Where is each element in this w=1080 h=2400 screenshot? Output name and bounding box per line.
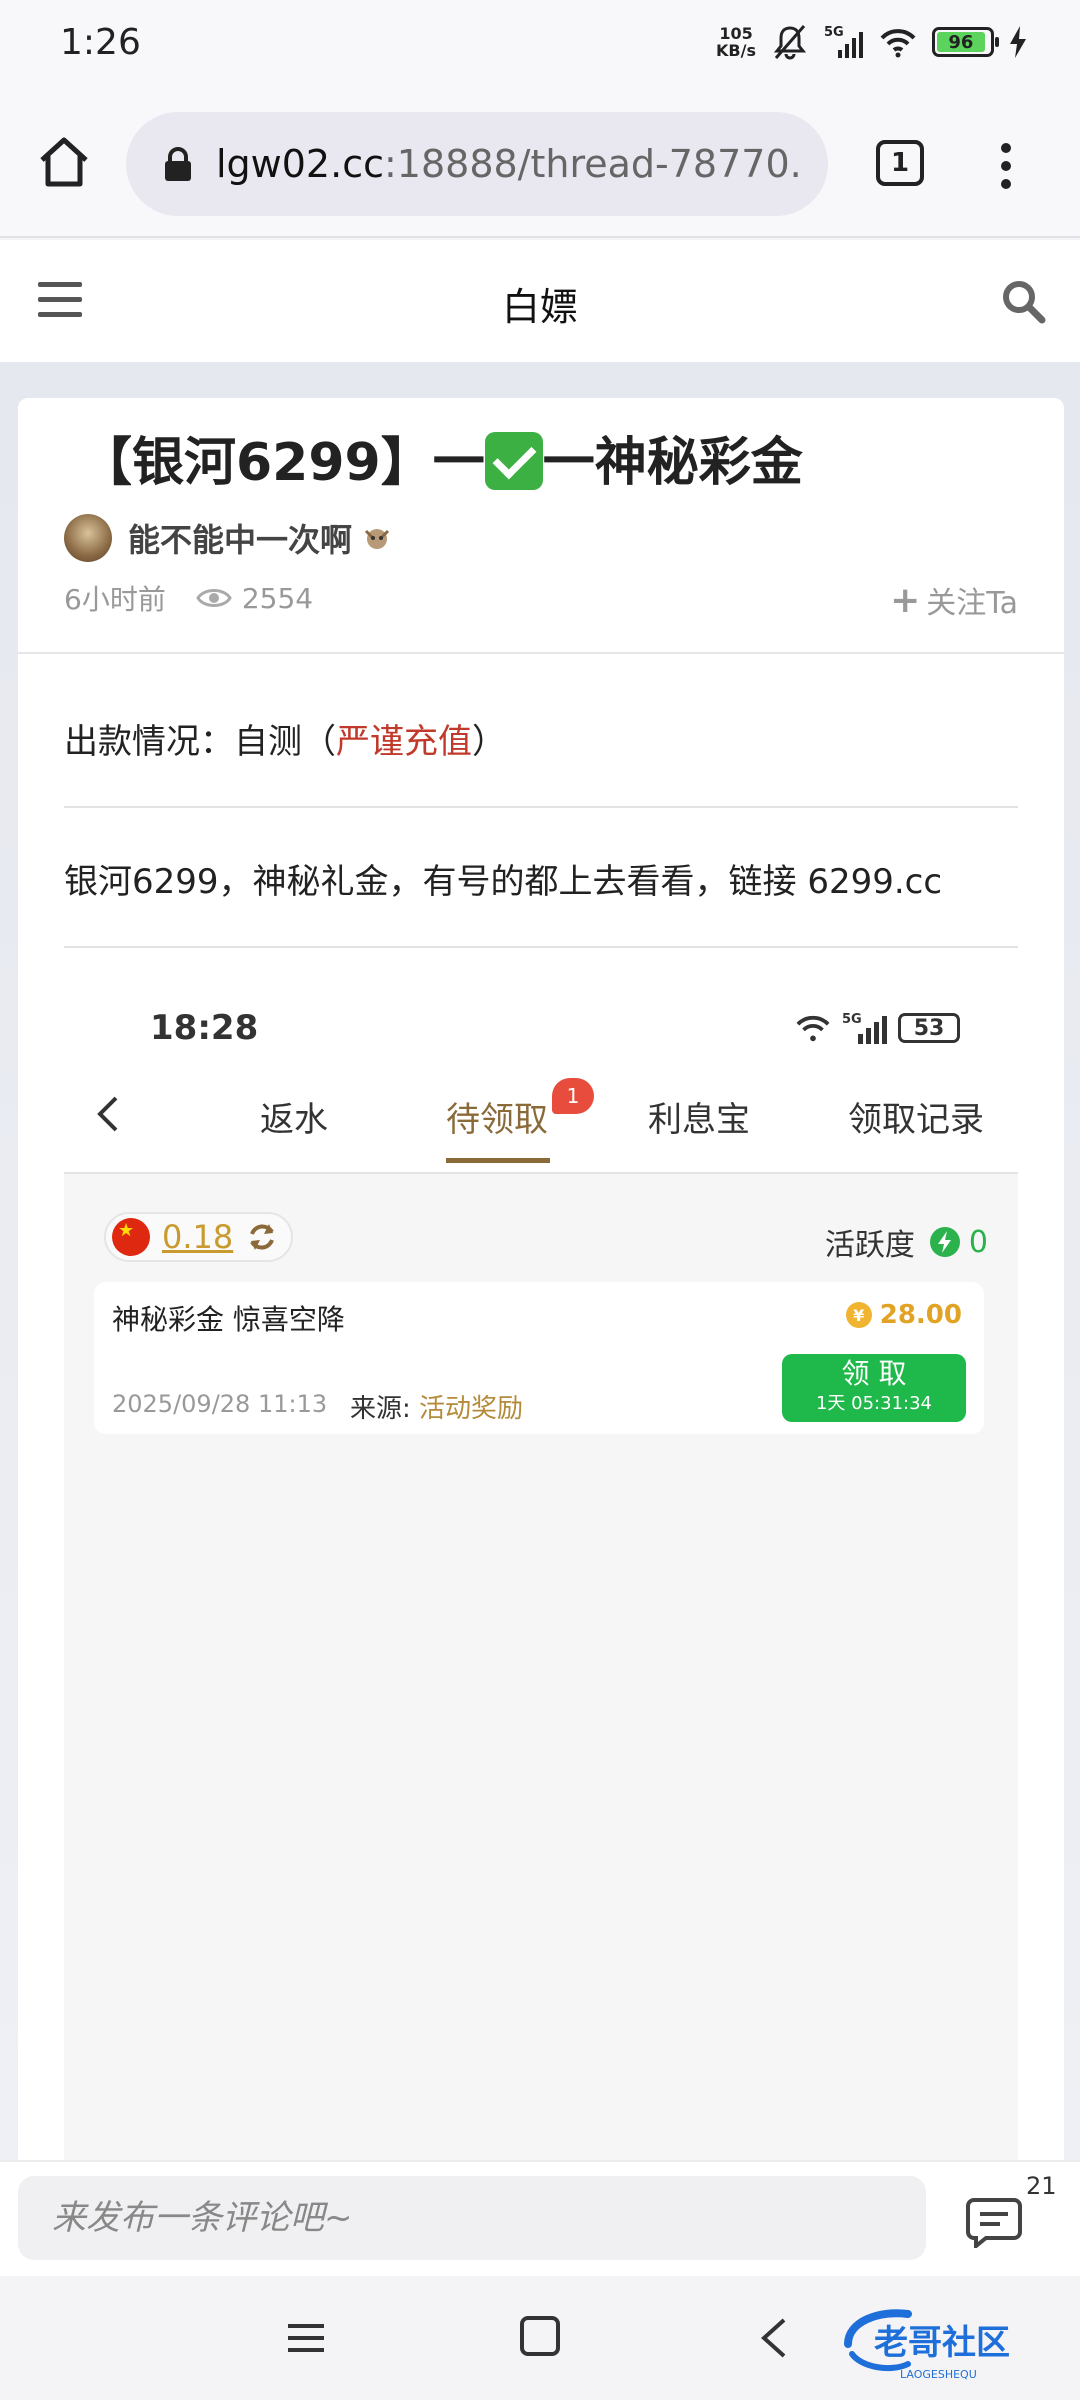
notification-badge: 1 bbox=[552, 1078, 594, 1114]
svg-text:老哥社区: 老哥社区 bbox=[874, 2323, 1010, 2363]
wifi-icon bbox=[796, 1015, 830, 1042]
divider bbox=[18, 652, 1064, 654]
balance-amount: 0.18 bbox=[162, 1218, 234, 1256]
plus-icon: + bbox=[890, 579, 921, 621]
avatar[interactable] bbox=[64, 514, 112, 562]
svg-text:LAOGESHEQU: LAOGESHEQU bbox=[900, 2368, 977, 2381]
comment-input[interactable] bbox=[18, 2176, 926, 2260]
post-time: 6小时前 bbox=[64, 583, 166, 616]
coin-icon: ¥ bbox=[845, 1302, 872, 1328]
shot-status-time: 18:28 bbox=[150, 1008, 259, 1048]
post-title: 【银河6299】一 一神秘彩金 bbox=[80, 432, 803, 493]
comment-count: 21 bbox=[1026, 2172, 1057, 2200]
battery-icon: 53 bbox=[898, 1013, 960, 1043]
more-menu-icon[interactable] bbox=[990, 138, 1022, 194]
signal-5g-icon: 5G bbox=[824, 25, 863, 58]
tab-records: 领取记录 bbox=[848, 1100, 984, 1140]
follow-button[interactable]: + 关注Ta bbox=[890, 578, 1018, 622]
recent-apps-icon[interactable] bbox=[286, 2318, 326, 2358]
shot-tab-bar: 返水 待领取 1 利息宝 领取记录 bbox=[64, 1078, 1018, 1166]
site-logo-watermark: 老哥社区 LAOGESHEQU bbox=[844, 2309, 1010, 2381]
system-nav-bar: 老哥社区 LAOGESHEQU bbox=[0, 2278, 1080, 2400]
tab-rebate: 返水 bbox=[260, 1100, 328, 1140]
divider bbox=[64, 806, 1018, 808]
embedded-screenshot: 18:28 5G 53 返水 待领取 1 利息宝 领取记录 ★ 0.18 活跃度… bbox=[64, 976, 1018, 2168]
author-row: 能不能中一次啊 bbox=[64, 514, 392, 562]
signal-5g-icon: 5G bbox=[842, 1012, 887, 1044]
user-badge-icon bbox=[364, 529, 390, 549]
shot-panel: 0.18 活跃度 0 神秘彩金 惊喜空降 ¥ bbox=[64, 1172, 1018, 2168]
site-header: 白嫖 bbox=[0, 240, 1080, 362]
eye-icon bbox=[196, 589, 232, 607]
post-body-text: 银河6299，神秘礼金，有号的都上去看看，链接 6299.cc bbox=[64, 862, 943, 902]
mute-icon bbox=[773, 25, 807, 60]
back-icon[interactable] bbox=[756, 2316, 792, 2360]
claim-button: 领 取 1天 05:31:34 bbox=[782, 1354, 966, 1422]
bonus-name: 神秘彩金 惊喜空降 bbox=[112, 1303, 345, 1336]
shot-status-icons: 5G 53 bbox=[794, 1010, 960, 1046]
lightning-icon bbox=[929, 1227, 960, 1257]
comment-icon[interactable] bbox=[966, 2196, 1022, 2248]
address-bar[interactable]: lgw02.cc:18888/thread-78770. bbox=[126, 112, 828, 216]
svg-text:5G: 5G bbox=[842, 1012, 862, 1027]
back-arrow-icon bbox=[97, 1096, 118, 1132]
tab-switcher-button[interactable]: 1 bbox=[876, 140, 924, 186]
bonus-amount: ¥ 28.00 bbox=[845, 1300, 962, 1330]
home-button[interactable] bbox=[520, 2316, 560, 2356]
view-count: 2554 bbox=[196, 582, 313, 615]
bonus-source: 来源: 活动奖励 bbox=[350, 1394, 524, 1424]
network-speed: 105 KB/s bbox=[716, 24, 756, 60]
china-flag-icon bbox=[112, 1218, 150, 1256]
divider bbox=[64, 946, 1018, 948]
battery-icon: 96 bbox=[932, 27, 999, 57]
url-text: lgw02.cc:18888/thread-78770. bbox=[216, 142, 802, 186]
status-time: 1:26 bbox=[60, 22, 141, 63]
author-name[interactable]: 能不能中一次啊 bbox=[128, 515, 352, 561]
browser-toolbar: lgw02.cc:18888/thread-78770. 1 bbox=[0, 92, 1080, 238]
wifi-icon bbox=[880, 29, 916, 58]
balance-pill: 0.18 bbox=[104, 1212, 294, 1262]
status-bar: 1:26 105 KB/s 5G 96 bbox=[0, 0, 1080, 92]
refresh-icon bbox=[250, 1224, 275, 1250]
post-card: 【银河6299】一 一神秘彩金 能不能中一次啊 6小时前 2554 + 关注Ta … bbox=[18, 398, 1064, 2168]
bonus-item: 神秘彩金 惊喜空降 ¥ 28.00 2025/09/28 11:13 来源: 活… bbox=[94, 1282, 984, 1434]
section-title: 白嫖 bbox=[501, 285, 578, 329]
post-meta: 6小时前 2554 bbox=[64, 578, 313, 618]
tab-interest: 利息宝 bbox=[648, 1100, 750, 1140]
active-tab-indicator bbox=[446, 1158, 550, 1163]
bonus-date: 2025/09/28 11:13 bbox=[112, 1390, 328, 1418]
charging-icon bbox=[1010, 26, 1026, 58]
withdraw-status: 出款情况：自测（严谨充值） bbox=[64, 722, 506, 762]
tab-pending: 待领取 bbox=[446, 1100, 548, 1140]
home-icon[interactable] bbox=[34, 132, 94, 192]
status-icons: 105 KB/s 5G 96 bbox=[716, 22, 1028, 62]
check-mark-icon bbox=[484, 432, 543, 490]
comment-bar: 21 bbox=[0, 2160, 1080, 2276]
activity-score: 活跃度 0 bbox=[824, 1224, 988, 1264]
search-icon[interactable] bbox=[1000, 278, 1046, 324]
lock-icon bbox=[165, 147, 191, 181]
svg-text:5G: 5G bbox=[824, 25, 844, 40]
